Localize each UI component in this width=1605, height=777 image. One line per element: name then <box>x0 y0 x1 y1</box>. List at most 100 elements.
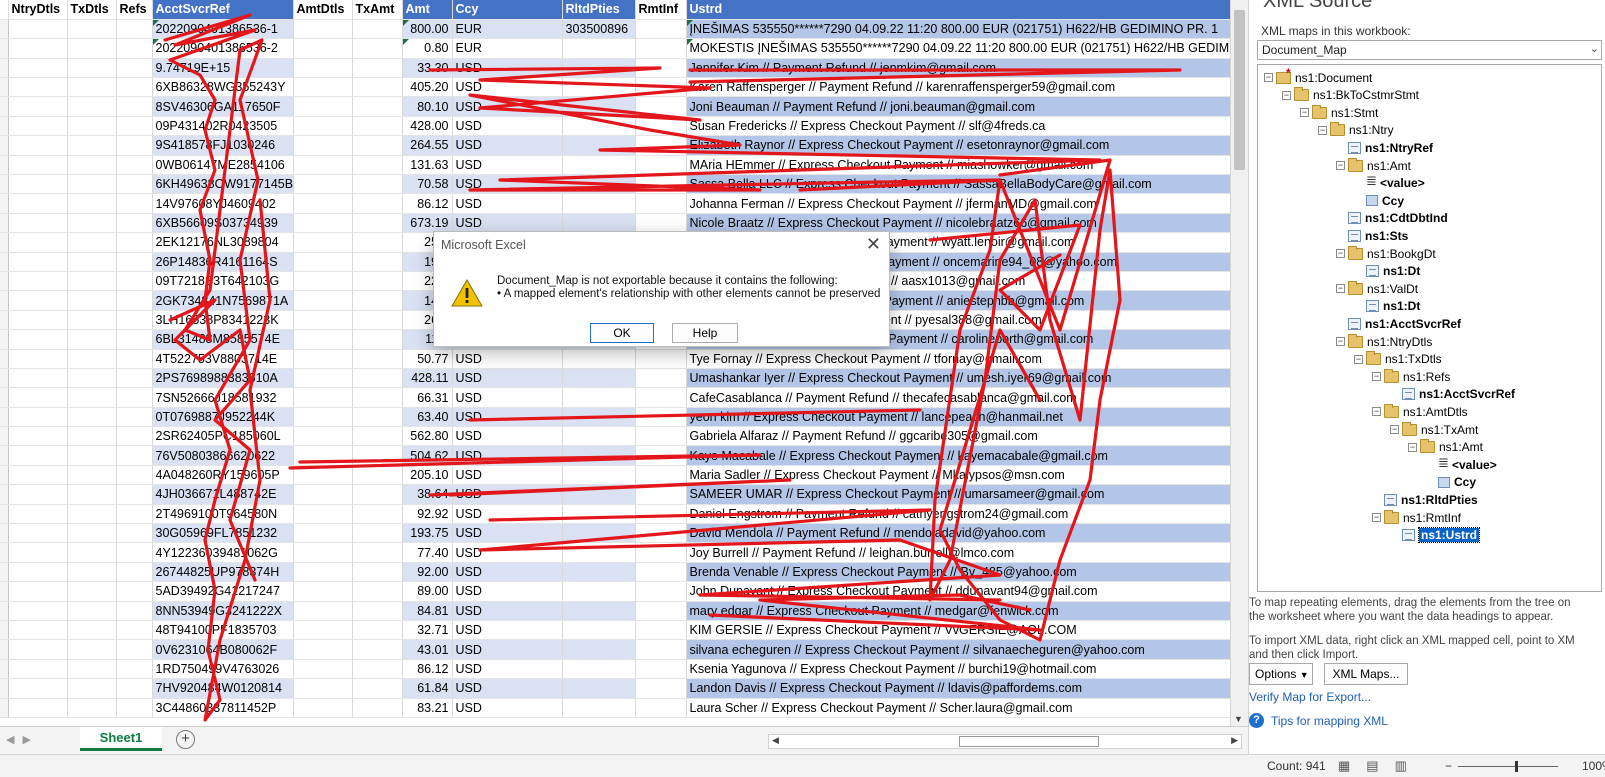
cell[interactable] <box>8 601 68 622</box>
cell-ccy[interactable]: USD <box>452 407 563 428</box>
tree-node[interactable]: ns1:AcctSvcrRef <box>1390 386 1515 403</box>
tree-node[interactable]: ns1:NtryRef <box>1336 139 1433 156</box>
cell-rltdpties[interactable] <box>562 407 636 428</box>
column-header[interactable]: Ccy <box>452 0 563 20</box>
cell-ustrd[interactable]: Ksenia Yagunova // Express Checkout Paym… <box>686 659 1230 680</box>
cell[interactable] <box>8 639 68 660</box>
cell[interactable] <box>8 19 68 40</box>
cell[interactable] <box>635 698 687 718</box>
zoom-slider[interactable] <box>1458 766 1558 767</box>
cell-acctsvcrref[interactable]: 9.74719E+15 <box>152 58 294 79</box>
cell-ustrd[interactable]: Susan Fredericks // Express Checkout Pay… <box>686 116 1230 137</box>
cell-ustrd[interactable]: Sassa Bella LLC // Express Checkout Paym… <box>686 174 1230 195</box>
tree-node[interactable]: − ns1:Refs <box>1372 368 1450 385</box>
cell-rltdpties[interactable] <box>562 38 636 59</box>
cell-acctsvcrref[interactable]: 2EK12176NL3089804 <box>152 232 294 253</box>
cell[interactable] <box>116 271 153 292</box>
tab-scroll-arrows-icon[interactable]: ◀▶ <box>6 733 39 746</box>
cell[interactable] <box>67 310 117 331</box>
cell[interactable] <box>0 310 9 331</box>
cell[interactable] <box>293 465 353 486</box>
tree-node[interactable]: ns1:Dt <box>1354 298 1420 315</box>
tree-node[interactable]: − ns1:Stmt <box>1300 104 1378 121</box>
cell[interactable] <box>0 58 9 79</box>
add-sheet-button[interactable]: + <box>176 730 195 749</box>
zoom-level[interactable]: 100% <box>1582 759 1605 773</box>
cell[interactable] <box>116 639 153 660</box>
collapse-icon[interactable]: − <box>1372 372 1381 382</box>
cell-acctsvcrref[interactable]: 4T522753V8803714E <box>152 349 294 369</box>
cell[interactable] <box>67 678 117 699</box>
cell-acctsvcrref[interactable]: 48T94100PF1835703 <box>152 620 294 641</box>
column-header[interactable]: TxAmt <box>352 0 403 20</box>
cell[interactable] <box>67 58 117 79</box>
cell-ustrd[interactable]: Johanna Ferman // Express Checkout Payme… <box>686 193 1230 214</box>
cell-rltdpties[interactable] <box>562 542 636 563</box>
cell[interactable] <box>8 659 68 680</box>
cell[interactable] <box>8 155 68 176</box>
cell-ccy[interactable]: USD <box>452 155 563 176</box>
cell[interactable] <box>0 174 9 195</box>
cell[interactable] <box>352 232 403 253</box>
cell-amt[interactable]: 405.20 <box>402 77 453 98</box>
cell[interactable] <box>116 387 153 408</box>
cell[interactable] <box>352 620 403 641</box>
cell[interactable] <box>8 368 68 389</box>
tree-node[interactable]: − ns1:Document <box>1264 66 1372 86</box>
cell[interactable] <box>635 387 687 408</box>
cell-acctsvcrref[interactable]: 1RD750499V4763026 <box>152 659 294 680</box>
tab-sheet1[interactable]: Sheet1 <box>80 727 162 751</box>
cell-ustrd[interactable]: SAMEER UMAR // Express Checkout Payment … <box>686 484 1230 505</box>
cell-ccy[interactable]: USD <box>452 639 563 660</box>
scroll-left-icon[interactable]: ◀ <box>772 735 779 746</box>
cell-amt[interactable]: 61.84 <box>402 678 453 699</box>
cell[interactable] <box>8 620 68 641</box>
tree-node[interactable]: <value> <box>1354 173 1425 192</box>
cell-acctsvcrref[interactable]: 8SV46306GA117650F <box>152 96 294 117</box>
help-button[interactable]: Help <box>672 323 738 343</box>
cell-acctsvcrref[interactable]: 0T0769887J952244K <box>152 407 294 428</box>
cell-ustrd[interactable]: Joni Beauman // Payment Refund // joni.b… <box>686 96 1230 117</box>
cell-rltdpties[interactable] <box>562 77 636 98</box>
cell-acctsvcrref[interactable]: 6XB86328WG355243Y <box>152 77 294 98</box>
verify-map-link[interactable]: Verify Map for Export... <box>1249 690 1371 704</box>
cell-rltdpties[interactable] <box>562 523 636 544</box>
cell[interactable] <box>8 310 68 331</box>
cell-ccy[interactable]: USD <box>452 135 563 156</box>
cell[interactable] <box>635 116 687 137</box>
cell[interactable] <box>116 581 153 602</box>
cell[interactable] <box>293 698 353 718</box>
tree-node[interactable]: − ns1:NtryDtls <box>1336 333 1432 350</box>
cell[interactable] <box>0 484 9 505</box>
xml-map-select[interactable]: Document_Map ⌄ <box>1257 40 1602 60</box>
cell[interactable] <box>293 19 353 40</box>
cell[interactable] <box>116 193 153 214</box>
tree-node[interactable]: ns1:Sts <box>1336 227 1408 244</box>
tree-node[interactable]: ns1:Dt <box>1354 263 1420 280</box>
cell[interactable] <box>0 678 9 699</box>
horizontal-scrollbar[interactable]: ◀ ▶ <box>768 734 1242 749</box>
cell[interactable] <box>293 310 353 331</box>
cell-acctsvcrref[interactable]: 09P431402R0423505 <box>152 116 294 137</box>
cell[interactable] <box>67 426 117 447</box>
cell[interactable] <box>352 135 403 156</box>
cell[interactable] <box>116 310 153 331</box>
cell[interactable] <box>8 465 68 486</box>
column-header[interactable]: AmtDtls <box>293 0 353 20</box>
cell[interactable] <box>293 329 353 350</box>
cell-ccy[interactable]: USD <box>452 193 563 214</box>
cell[interactable] <box>293 445 353 466</box>
cell[interactable] <box>293 96 353 117</box>
cell[interactable] <box>293 116 353 137</box>
cell-amt[interactable]: 84.81 <box>402 601 453 622</box>
cell[interactable] <box>116 601 153 622</box>
cell-acctsvcrref[interactable]: 6BL31488M8585574E <box>152 329 294 350</box>
cell[interactable] <box>0 504 9 525</box>
cell-amt[interactable]: 77.40 <box>402 542 453 563</box>
cell[interactable] <box>293 232 353 253</box>
cell-ccy[interactable]: USD <box>452 174 563 195</box>
cell[interactable] <box>352 193 403 214</box>
cell-acctsvcrref[interactable]: 4A048260RY159605P <box>152 465 294 486</box>
cell[interactable] <box>0 407 9 428</box>
cell[interactable] <box>67 542 117 563</box>
